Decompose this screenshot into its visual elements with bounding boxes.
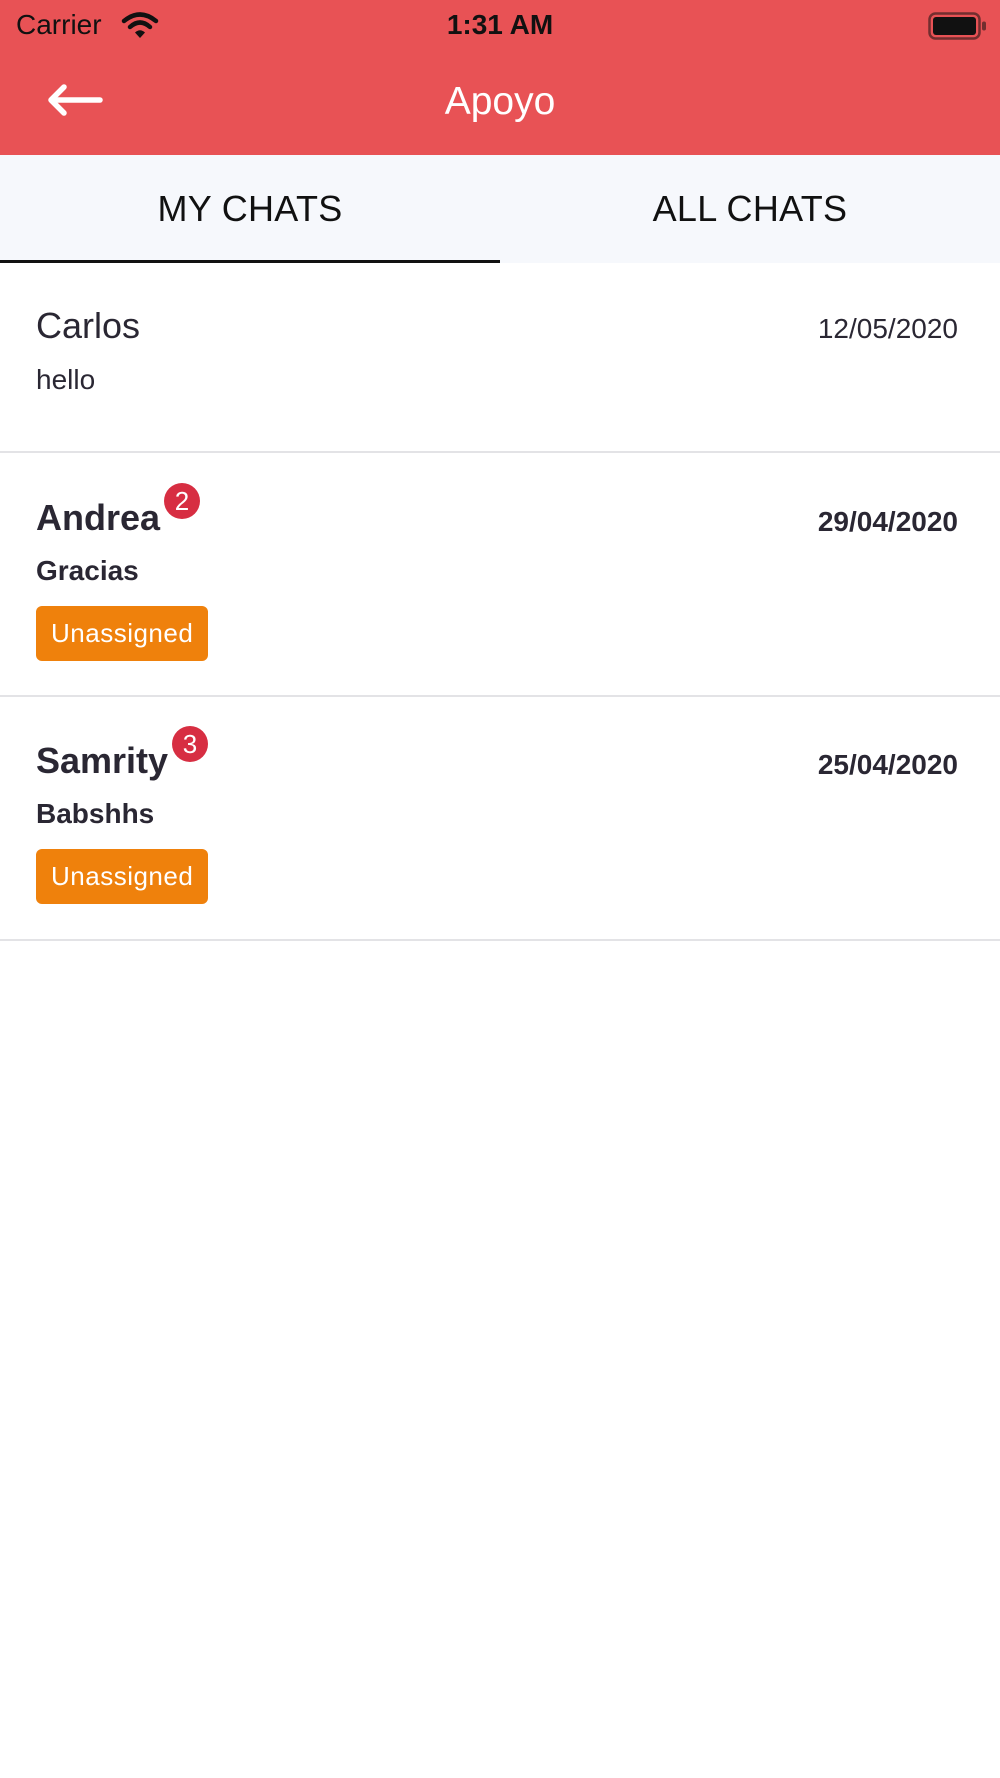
chat-contact-name: Andrea — [36, 497, 161, 538]
tab-label: MY CHATS — [157, 188, 343, 229]
chat-list-item[interactable]: Andrea 2 29/04/2020 Gracias Unassigned — [0, 453, 1000, 697]
tab-label: ALL CHATS — [652, 188, 848, 229]
tab-my-chats[interactable]: MY CHATS — [0, 155, 500, 263]
chat-message-preview: hello — [36, 364, 96, 395]
chat-date: 29/04/2020 — [817, 506, 958, 537]
status-tag-unassigned: Unassigned — [36, 849, 209, 904]
chat-date: 12/05/2020 — [817, 313, 958, 344]
chat-list: Carlos 12/05/2020 hello Andrea 2 29/04/2… — [0, 263, 1000, 941]
app-screen: Carrier 1:31 AM Apoyo MY CHATS ALL CHATS… — [0, 0, 1000, 1778]
status-tag-unassigned: Unassigned — [36, 606, 209, 661]
unread-count-badge: 3 — [172, 726, 208, 762]
chat-date: 25/04/2020 — [817, 749, 958, 780]
status-bar: Carrier 1:31 AM — [0, 0, 1000, 50]
page-title: Apoyo — [444, 80, 556, 123]
tab-all-chats[interactable]: ALL CHATS — [500, 155, 1000, 263]
battery-icon — [928, 12, 988, 40]
chat-tabs: MY CHATS ALL CHATS — [0, 155, 1000, 263]
nav-bar: Apoyo — [0, 50, 1000, 155]
chat-contact-name: Carlos — [36, 305, 141, 346]
chat-list-item[interactable]: Carlos 12/05/2020 hello — [0, 263, 1000, 453]
unread-count-badge: 2 — [164, 483, 200, 519]
status-time: 1:31 AM — [446, 9, 554, 40]
chat-message-preview: Babshhs — [36, 798, 155, 829]
app-header: Carrier 1:31 AM Apoyo — [0, 0, 1000, 155]
chat-contact-name: Samrity — [36, 740, 169, 781]
chat-list-item[interactable]: Samrity 3 25/04/2020 Babshhs Unassigned — [0, 697, 1000, 941]
chat-message-preview: Gracias — [36, 555, 139, 586]
